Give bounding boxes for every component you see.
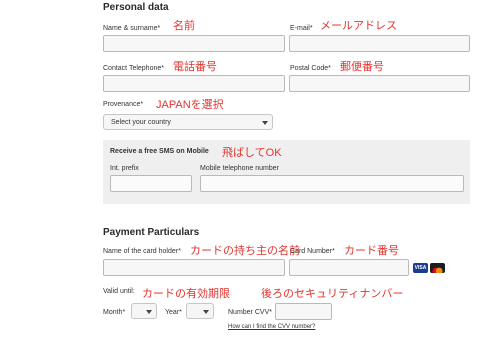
int-prefix-field[interactable] (110, 175, 192, 192)
card-holder-field[interactable] (103, 259, 285, 276)
card-holder-label: Name of the card holder* (103, 248, 181, 255)
cvv-label: Number CVV* (228, 309, 272, 316)
year-label: Year* (165, 309, 182, 316)
postal-code-note: 郵便番号 (340, 61, 384, 73)
country-select-value: Select your country (111, 119, 171, 126)
valid-until-label: Valid until: (103, 288, 135, 295)
name-label: Name & surname* (103, 25, 161, 32)
mastercard-icon (430, 263, 445, 273)
country-select[interactable]: Select your country (103, 114, 273, 130)
int-prefix-label: Int. prefix (110, 165, 139, 172)
month-select[interactable] (131, 303, 157, 319)
name-note: 名前 (173, 20, 195, 32)
visa-icon: VISA (413, 263, 428, 273)
email-label: E-mail* (290, 25, 313, 32)
mobile-number-field[interactable] (200, 175, 464, 192)
mobile-number-label: Mobile telephone number (200, 165, 279, 172)
postal-code-label: Postal Code* (290, 65, 331, 72)
chevron-down-icon (203, 310, 209, 314)
month-label: Month* (103, 309, 126, 316)
sms-title: Receive a free SMS on Mobile (110, 148, 209, 155)
phone-field[interactable] (103, 75, 285, 92)
card-number-field[interactable] (289, 259, 409, 276)
cvv-field[interactable] (275, 303, 332, 320)
phone-note: 電話番号 (173, 61, 217, 73)
payment-title: Payment Particulars (103, 227, 200, 238)
personal-data-title: Personal data (103, 2, 169, 13)
chevron-down-icon (262, 121, 268, 125)
provenance-note: JAPANを選択 (156, 99, 224, 111)
card-holder-note: カードの持ち主の名前 (190, 245, 300, 257)
phone-label: Contact Telephone* (103, 65, 164, 72)
year-select[interactable] (186, 303, 214, 319)
provenance-label: Provenance* (103, 101, 144, 108)
valid-until-note: カードの有効期限 (142, 288, 230, 300)
cvv-help-link[interactable]: How can I find the CVV number? (228, 324, 315, 330)
chevron-down-icon (146, 310, 152, 314)
card-number-label: Card Number* (290, 248, 335, 255)
email-field[interactable] (289, 35, 470, 52)
postal-code-field[interactable] (289, 75, 470, 92)
card-number-note: カード番号 (344, 245, 399, 257)
cvv-note: 後ろのセキュリティナンバー (261, 288, 404, 300)
email-note: メールアドレス (320, 20, 397, 32)
name-field[interactable] (103, 35, 285, 52)
sms-note: 飛ばしてOK (222, 147, 282, 159)
